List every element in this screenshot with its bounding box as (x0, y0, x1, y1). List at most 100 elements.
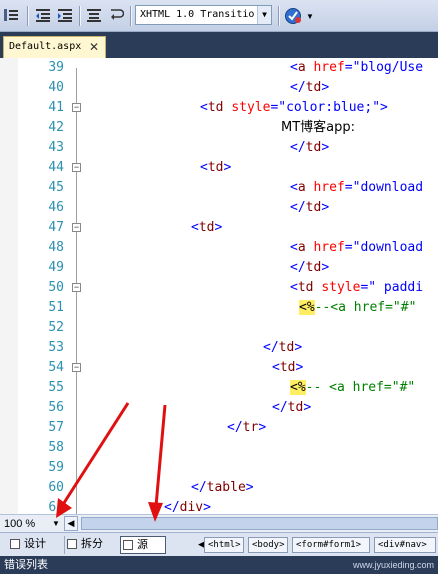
collapse-icon[interactable]: − (72, 103, 81, 112)
line-number: 54 (48, 360, 64, 375)
code-text: </td> (263, 340, 303, 355)
breadcrumb-body[interactable]: <body> (248, 537, 288, 553)
line-number: 55 (48, 380, 64, 395)
tab-default-aspx[interactable]: Default.aspx ✕ (3, 36, 106, 58)
design-view-icon (10, 539, 20, 549)
breadcrumb-div-nav[interactable]: <div#nav> (374, 537, 436, 553)
code-line: 51 <%--<a href="#" (0, 298, 438, 318)
split-view-icon (67, 539, 77, 549)
zoom-level[interactable]: 100 % (4, 516, 35, 532)
line-number: 46 (48, 200, 64, 215)
code-text: <td style=" paddi (290, 280, 424, 295)
code-line: 55 <%-- <a href="#" (0, 378, 438, 398)
code-text: </tr> (227, 420, 267, 435)
split-view-button[interactable]: 拆分 (64, 536, 114, 554)
horizontal-scrollbar-thumb[interactable] (81, 517, 438, 530)
doctype-value: XHTML 1.0 Transitio (140, 9, 255, 20)
code-line: 53 </td> (0, 338, 438, 358)
code-text: <%-- <a href="#" (290, 380, 416, 395)
code-line: 46 </td> (0, 198, 438, 218)
code-line: 58 (0, 438, 438, 458)
collapse-icon[interactable]: − (72, 363, 81, 372)
code-text: <td> (191, 220, 223, 235)
line-number: 60 (48, 480, 64, 495)
line-number: 47 (48, 220, 64, 235)
zoom-and-scroll-bar: 100 % ▼ ◀ (0, 514, 438, 532)
code-line: 52 (0, 318, 438, 338)
code-line: 43 </td> (0, 138, 438, 158)
code-text: <a href="download (290, 180, 424, 195)
code-text: </td> (290, 260, 330, 275)
code-text: </table> (191, 480, 254, 495)
breadcrumb-form[interactable]: <form#form1> (292, 537, 370, 553)
line-number: 53 (48, 340, 64, 355)
code-line: 40 </td> (0, 78, 438, 98)
toolbar-separator (130, 6, 131, 26)
chevron-down-icon[interactable]: ▼ (257, 6, 271, 24)
code-line: 59 (0, 458, 438, 478)
source-view-icon (123, 540, 133, 550)
code-text: <%--<a href="#" (299, 300, 417, 315)
design-view-label: 设计 (24, 537, 46, 550)
collapse-icon[interactable]: − (72, 163, 81, 172)
source-view-button[interactable]: 源 (120, 536, 166, 554)
line-number: 40 (48, 80, 64, 95)
code-text: <a href="blog/Use (290, 60, 424, 75)
source-code-editor[interactable]: 39 <a href="blog/Use 40 </td> 41 − <td s… (0, 58, 438, 514)
toolbar-separator (79, 6, 80, 26)
increase-indent-icon[interactable] (57, 7, 73, 23)
line-number: 45 (48, 180, 64, 195)
validation-check-icon[interactable] (284, 7, 301, 24)
toolbar-separator (27, 6, 28, 26)
breadcrumb-html[interactable]: <html> (204, 537, 244, 553)
doctype-select[interactable]: XHTML 1.0 Transitio ▼ (135, 5, 272, 25)
code-text: </td> (272, 400, 312, 415)
line-number: 59 (48, 460, 64, 475)
code-text: <td> (200, 160, 232, 175)
code-text: <td> (272, 360, 304, 375)
line-number: 39 (48, 60, 64, 75)
code-line: 49 </td> (0, 258, 438, 278)
word-wrap-icon[interactable] (108, 7, 125, 23)
collapse-icon[interactable]: − (72, 223, 81, 232)
line-number: 43 (48, 140, 64, 155)
scroll-left-arrow-icon[interactable]: ◀ (64, 516, 78, 531)
site-watermark: www.jyuxieding.com (352, 560, 434, 570)
code-line: 60 </table> (0, 478, 438, 498)
html-editing-toolbar: XHTML 1.0 Transitio ▼ ▼ (0, 0, 438, 32)
line-number: 42 (48, 120, 64, 135)
tab-label: Default.aspx (9, 41, 82, 52)
code-text: <td style="color:blue;"> (200, 100, 388, 115)
line-number: 56 (48, 400, 64, 415)
line-number: 48 (48, 240, 64, 255)
code-line: 44 − <td> (0, 158, 438, 178)
format-document-icon[interactable] (86, 7, 102, 23)
line-number: 57 (48, 420, 64, 435)
design-view-button[interactable]: 设计 (8, 536, 58, 554)
line-number: 50 (48, 280, 64, 295)
collapse-icon[interactable]: − (72, 283, 81, 292)
document-tab-strip: Default.aspx ✕ (0, 32, 438, 58)
line-number: 52 (48, 320, 64, 335)
comment-lines-icon[interactable] (3, 7, 19, 23)
code-line: 48 <a href="download (0, 238, 438, 258)
toolbar-separator (278, 6, 279, 26)
zoom-chevron-down-icon[interactable]: ▼ (52, 516, 60, 532)
close-icon[interactable]: ✕ (89, 40, 99, 54)
code-line: 54 − <td> (0, 358, 438, 378)
code-text: </div> (164, 500, 211, 514)
code-text: MT博客app: (281, 120, 356, 135)
line-number: 61 (48, 500, 64, 514)
line-number: 41 (48, 100, 64, 115)
code-text: </td> (290, 140, 330, 155)
code-line: 56 </td> (0, 398, 438, 418)
code-line: 47 − <td> (0, 218, 438, 238)
toolbar-overflow-chevron-icon[interactable]: ▼ (306, 12, 314, 21)
view-switcher-bar: 设计 拆分 源 ◀ <html> <body> <form#form1> <di… (0, 532, 438, 556)
code-text: <a href="download (290, 240, 424, 255)
code-line: 57 </tr> (0, 418, 438, 438)
decrease-indent-icon[interactable] (35, 7, 51, 23)
code-line: 41 − <td style="color:blue;"> (0, 98, 438, 118)
code-line: 61 </div> (0, 498, 438, 514)
source-view-label: 源 (137, 538, 148, 551)
